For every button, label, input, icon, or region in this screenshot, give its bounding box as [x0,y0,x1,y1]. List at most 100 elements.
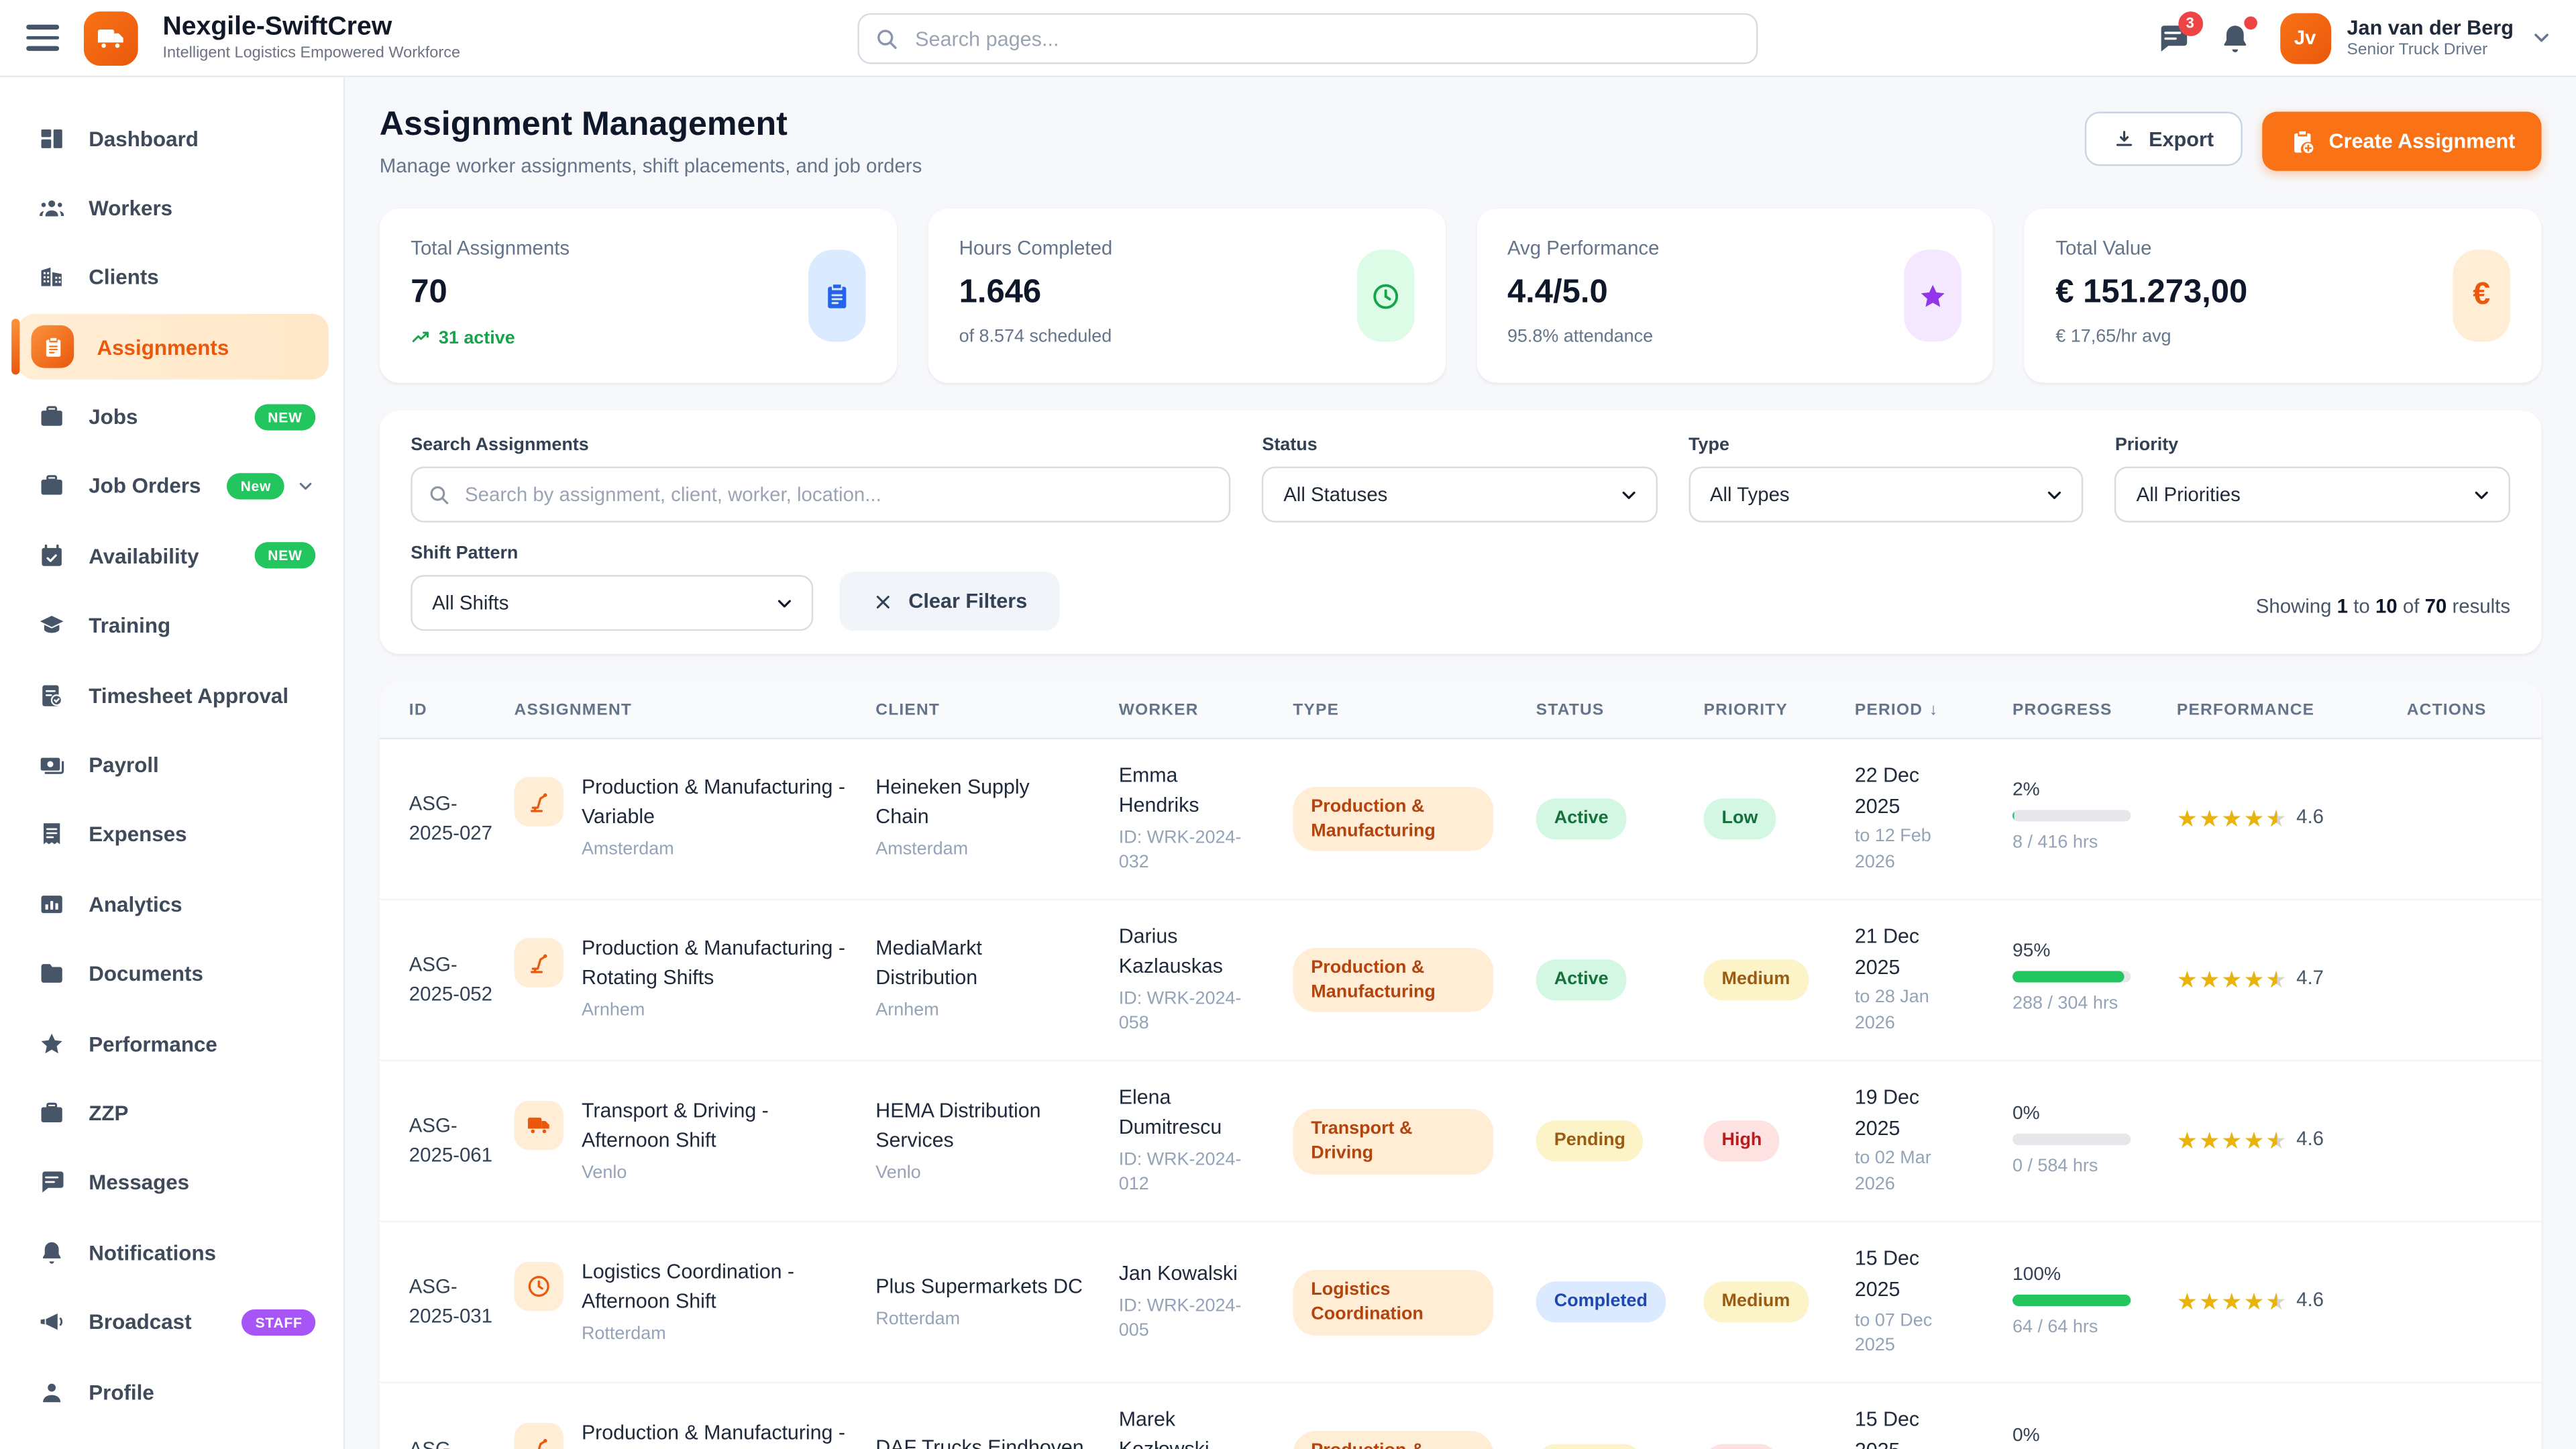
sidebar-badge: NEW [254,403,316,430]
worker-name: Marek Kozłowski [1118,1407,1210,1449]
clipboard-icon [808,250,866,342]
progress-bar [2012,1132,2131,1144]
edit-button[interactable] [2453,805,2481,833]
clock-icon [1356,250,1414,342]
sidebar-item-label: Timesheet Approval [89,682,289,708]
sidebar-badge: NEW [254,543,316,570]
download-icon [2112,127,2135,150]
edit-button[interactable] [2453,966,2481,994]
status-label: Status [1262,435,1318,455]
messages-button[interactable]: 3 [2155,10,2203,55]
sidebar-item-analytics[interactable]: Analytics [18,871,329,937]
view-button[interactable] [2407,966,2435,994]
export-button[interactable]: Export [2084,111,2242,166]
worker-id: ID: WRK-2024-005 [1118,1296,1242,1342]
sidebar-item-label: Performance [89,1030,217,1056]
job-orders-icon [38,472,66,500]
status-select[interactable]: All Statuses [1262,466,1658,523]
create-assignment-button[interactable]: Create Assignment [2261,111,2542,171]
column-header-priority[interactable]: Priority [1704,700,1855,718]
progress-percent: 2% [2012,781,2040,801]
stats-cards: Total Assignments 70 31 active Hours Com… [379,209,2542,383]
notifications-button[interactable] [2217,15,2257,55]
sidebar-item-profile[interactable]: Profile [18,1358,329,1424]
sidebar-item-expenses[interactable]: Expenses [18,802,329,867]
period-start: 15 Dec 2025 [1854,1408,1920,1449]
menu-icon[interactable] [26,24,60,51]
sidebar-item-clients[interactable]: Clients [18,244,329,310]
client-location: Venlo [875,1162,921,1183]
progress-percent: 0% [2012,1103,2040,1123]
sidebar-item-workers[interactable]: Workers [18,175,329,241]
app: Nexgile-SwiftCrew Intelligent Logistics … [0,0,2576,1449]
type-badge: Production & Manufacturing [1293,786,1494,852]
sidebar-item-job-orders[interactable]: Job Orders New [18,453,329,519]
table-row[interactable]: ASG-2025-027 Production & Manufacturing … [379,739,2542,901]
column-header-type[interactable]: Type [1293,700,1536,718]
global-search-input[interactable] [857,13,1758,64]
filters-panel: Search Assignments Status All Statuses T… [379,411,2542,654]
client-location: Arnhem [875,1001,939,1021]
type-label: Type [1688,435,1729,455]
table-row[interactable]: ASG-2025-065 Production & Manufacturing … [380,1384,2542,1449]
notifications-icon [38,1238,66,1267]
progress-hours: 64 / 64 hrs [2012,1317,2098,1337]
column-header-id[interactable]: ID [409,700,515,718]
sidebar-item-label: Assignments [97,334,229,360]
user-name: Jan van der Berg [2347,16,2514,40]
assignment-title: Production & Manufacturing - Variable [581,775,845,829]
view-button[interactable] [2407,805,2435,833]
shift-pattern-select[interactable]: All Shifts [411,575,814,631]
sidebar-item-jobs[interactable]: Jobs NEW [18,384,329,449]
column-header-period[interactable]: Period ↓ [1855,700,2012,718]
table-row[interactable]: ASG-2025-052 Production & Manufacturing … [379,900,2542,1062]
view-button[interactable] [2407,1289,2435,1317]
table-row[interactable]: ASG-2025-031 Logistics Coordination - Af… [379,1223,2542,1384]
performance-icon [38,1029,66,1057]
sidebar-item-performance[interactable]: Performance [18,1010,329,1076]
table-row[interactable]: ASG-2025-061 Transport & Driving - After… [379,1062,2542,1223]
assignments-table: ID Assignment Client Worker Type Status Priori… [379,682,2542,1449]
sidebar-item-training[interactable]: Training [18,592,329,658]
column-header-status[interactable]: Status [1536,700,1704,718]
sidebar-item-assignments[interactable]: Assignments [11,314,329,380]
sidebar-item-zzp[interactable]: ZZP [18,1080,329,1146]
sidebar-item-notifications[interactable]: Notifications [18,1220,329,1285]
worker-name: Darius Kazlauskas [1118,924,1223,977]
column-header-worker[interactable]: Worker [1119,700,1293,718]
column-header-actions[interactable]: Actions [2407,700,2499,718]
worker-id: ID: WRK-2024-032 [1118,827,1242,873]
column-header-progress[interactable]: Progress [2012,700,2177,718]
sidebar-item-availability[interactable]: Availability NEW [18,523,329,589]
sidebar-item-timesheet-approval[interactable]: Timesheet Approval [18,662,329,728]
column-header-client[interactable]: Client [875,700,1118,718]
client-name: MediaMarkt Distribution [875,937,982,990]
sidebar-item-broadcast[interactable]: Broadcast STAFF [18,1289,329,1355]
sidebar-item-documents[interactable]: Documents [18,941,329,1007]
priority-select[interactable]: All Priorities [2114,466,2511,523]
user-menu[interactable]: Jv Jan van der Berg Senior Truck Driver [2279,12,2553,64]
column-header-assignment[interactable]: Assignment [515,700,876,718]
type-badge: Transport & Driving [1293,1108,1494,1174]
payroll-icon [38,751,66,779]
status-badge: Completed [1536,1282,1666,1324]
column-header-performance[interactable]: Performance [2177,700,2407,718]
view-button[interactable] [2407,1128,2435,1156]
sidebar-item-messages[interactable]: Messages [18,1150,329,1216]
rating-value: 4.6 [2296,1126,2324,1150]
clear-filters-button[interactable]: Clear Filters [839,572,1061,631]
priority-badge: High [1703,1443,1780,1449]
clients-icon [38,264,66,292]
status-badge: Active [1536,798,1627,840]
assignments-search-input[interactable] [411,466,1231,523]
expenses-icon [38,820,66,849]
sidebar-item-payroll[interactable]: Payroll [18,732,329,798]
edit-button[interactable] [2453,1128,2481,1156]
sidebar-item-dashboard[interactable]: Dashboard [18,105,329,171]
period-end: to 28 Jan 2026 [1854,987,1929,1034]
chevron-down-icon [2045,484,2066,505]
edit-button[interactable] [2453,1289,2481,1317]
type-select[interactable]: All Types [1688,466,2084,523]
sidebar-item-label: Documents [89,961,203,986]
sidebar-item-label: Job Orders [89,474,201,499]
